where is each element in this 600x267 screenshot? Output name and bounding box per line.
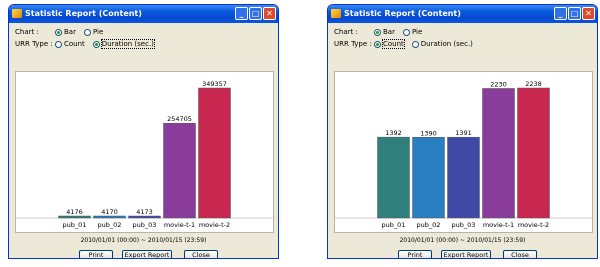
bar-radio-label[interactable]: Bar: [383, 28, 395, 36]
window-title: Statistic Report (Content): [25, 9, 142, 18]
bar-radio-label[interactable]: Bar: [64, 28, 76, 36]
export-report-button[interactable]: Export Report: [441, 250, 491, 258]
title-bar[interactable]: Statistic Report (Content) _ □ ✕: [9, 5, 278, 23]
count-radio-label[interactable]: Count: [64, 40, 85, 48]
category-label: movie-t-1: [483, 221, 514, 229]
duration-radio[interactable]: [92, 40, 100, 48]
maximize-icon[interactable]: □: [568, 7, 581, 20]
app-icon: [331, 9, 341, 18]
pie-radio[interactable]: [83, 28, 91, 36]
close-button[interactable]: Close: [184, 250, 218, 258]
bar-movie-t-2: [198, 87, 231, 219]
report-window-count: Statistic Report (Content) _ □ ✕ Chart :…: [327, 4, 598, 259]
duration-radio[interactable]: [411, 40, 419, 48]
duration-radio-label[interactable]: Duration (sec.): [100, 39, 155, 49]
category-label: pub_03: [133, 221, 157, 229]
urr-type-row: URR Type : Count Duration (sec.): [15, 38, 273, 50]
pie-radio[interactable]: [402, 28, 410, 36]
category-label: movie-t-2: [518, 221, 549, 229]
date-range: 2010/01/01 (00:00) ~ 2010/01/15 (23:59): [80, 237, 207, 244]
title-bar[interactable]: Statistic Report (Content) _ □ ✕: [328, 5, 597, 23]
category-label: movie-t-1: [164, 221, 195, 229]
bar-chart: 4176 pub_01 4170 pub_02 4173 pub_03 254705 movi…: [16, 80, 273, 229]
bar-pub_03: [447, 136, 480, 219]
close-button[interactable]: Close: [503, 250, 537, 258]
date-range: 2010/01/01 (00:00) ~ 2010/01/15 (23:59): [399, 237, 526, 244]
data-label: 349357: [202, 80, 227, 88]
data-label: 1392: [385, 129, 402, 137]
urr-type-label: URR Type :: [334, 40, 372, 48]
bar-movie-t-1: [482, 88, 515, 219]
maximize-icon[interactable]: □: [249, 7, 262, 20]
window-title: Statistic Report (Content): [344, 9, 461, 18]
data-label: 1391: [455, 129, 472, 137]
bar-radio[interactable]: [374, 28, 381, 36]
export-report-button[interactable]: Export Report: [122, 250, 172, 258]
bar-movie-t-1: [163, 122, 196, 219]
data-label: 2238: [525, 80, 542, 88]
urr-type-label: URR Type :: [15, 40, 53, 48]
category-label: pub_01: [382, 221, 406, 229]
chart-type-row: Chart : Bar Pie: [15, 26, 273, 38]
bar-pub_02: [93, 215, 126, 219]
duration-radio-label[interactable]: Duration (sec.): [421, 40, 473, 48]
bar-chart-panel: 4176 pub_01 4170 pub_02 4173 pub_03 254705 movi…: [15, 71, 274, 233]
print-button[interactable]: Print: [398, 250, 432, 258]
category-label: movie-t-2: [199, 221, 230, 229]
bar-pub_02: [412, 137, 445, 219]
pie-radio-label[interactable]: Pie: [412, 28, 422, 36]
app-icon: [12, 9, 22, 18]
category-label: pub_01: [63, 221, 87, 229]
close-icon[interactable]: ✕: [582, 7, 595, 20]
bar-chart-panel: 1392 pub_01 1390 pub_02 1391 pub_03 2230 movie-…: [334, 71, 593, 233]
chart-type-label: Chart :: [334, 28, 358, 36]
count-radio[interactable]: [374, 40, 381, 48]
data-label: 1390: [420, 129, 437, 137]
data-label: 4176: [66, 208, 83, 216]
bar-pub_01: [377, 136, 410, 219]
report-window-duration: Statistic Report (Content) _ □ ✕ Chart :…: [8, 4, 279, 259]
urr-type-row: URR Type : Count Duration (sec.): [334, 38, 592, 50]
bar-movie-t-2: [517, 87, 550, 219]
minimize-icon[interactable]: _: [554, 7, 567, 20]
data-label: 2230: [490, 80, 507, 88]
category-label: pub_03: [452, 221, 476, 229]
minimize-icon[interactable]: _: [235, 7, 248, 20]
category-label: pub_02: [417, 221, 441, 229]
pie-radio-label[interactable]: Pie: [93, 28, 103, 36]
chart-type-label: Chart :: [15, 28, 39, 36]
bar-pub_03: [128, 215, 161, 219]
data-label: 4173: [136, 208, 153, 216]
bar-radio[interactable]: [55, 28, 62, 36]
category-label: pub_02: [98, 221, 122, 229]
print-button[interactable]: Print: [79, 250, 113, 258]
bar-chart: 1392 pub_01 1390 pub_02 1391 pub_03 2230 movie-…: [335, 80, 592, 229]
count-radio[interactable]: [55, 40, 62, 48]
chart-type-row: Chart : Bar Pie: [334, 26, 592, 38]
data-label: 4170: [101, 208, 118, 216]
bar-pub_01: [58, 215, 91, 219]
close-icon[interactable]: ✕: [263, 7, 276, 20]
count-radio-label[interactable]: Count: [382, 39, 405, 49]
data-label: 254705: [167, 115, 192, 123]
